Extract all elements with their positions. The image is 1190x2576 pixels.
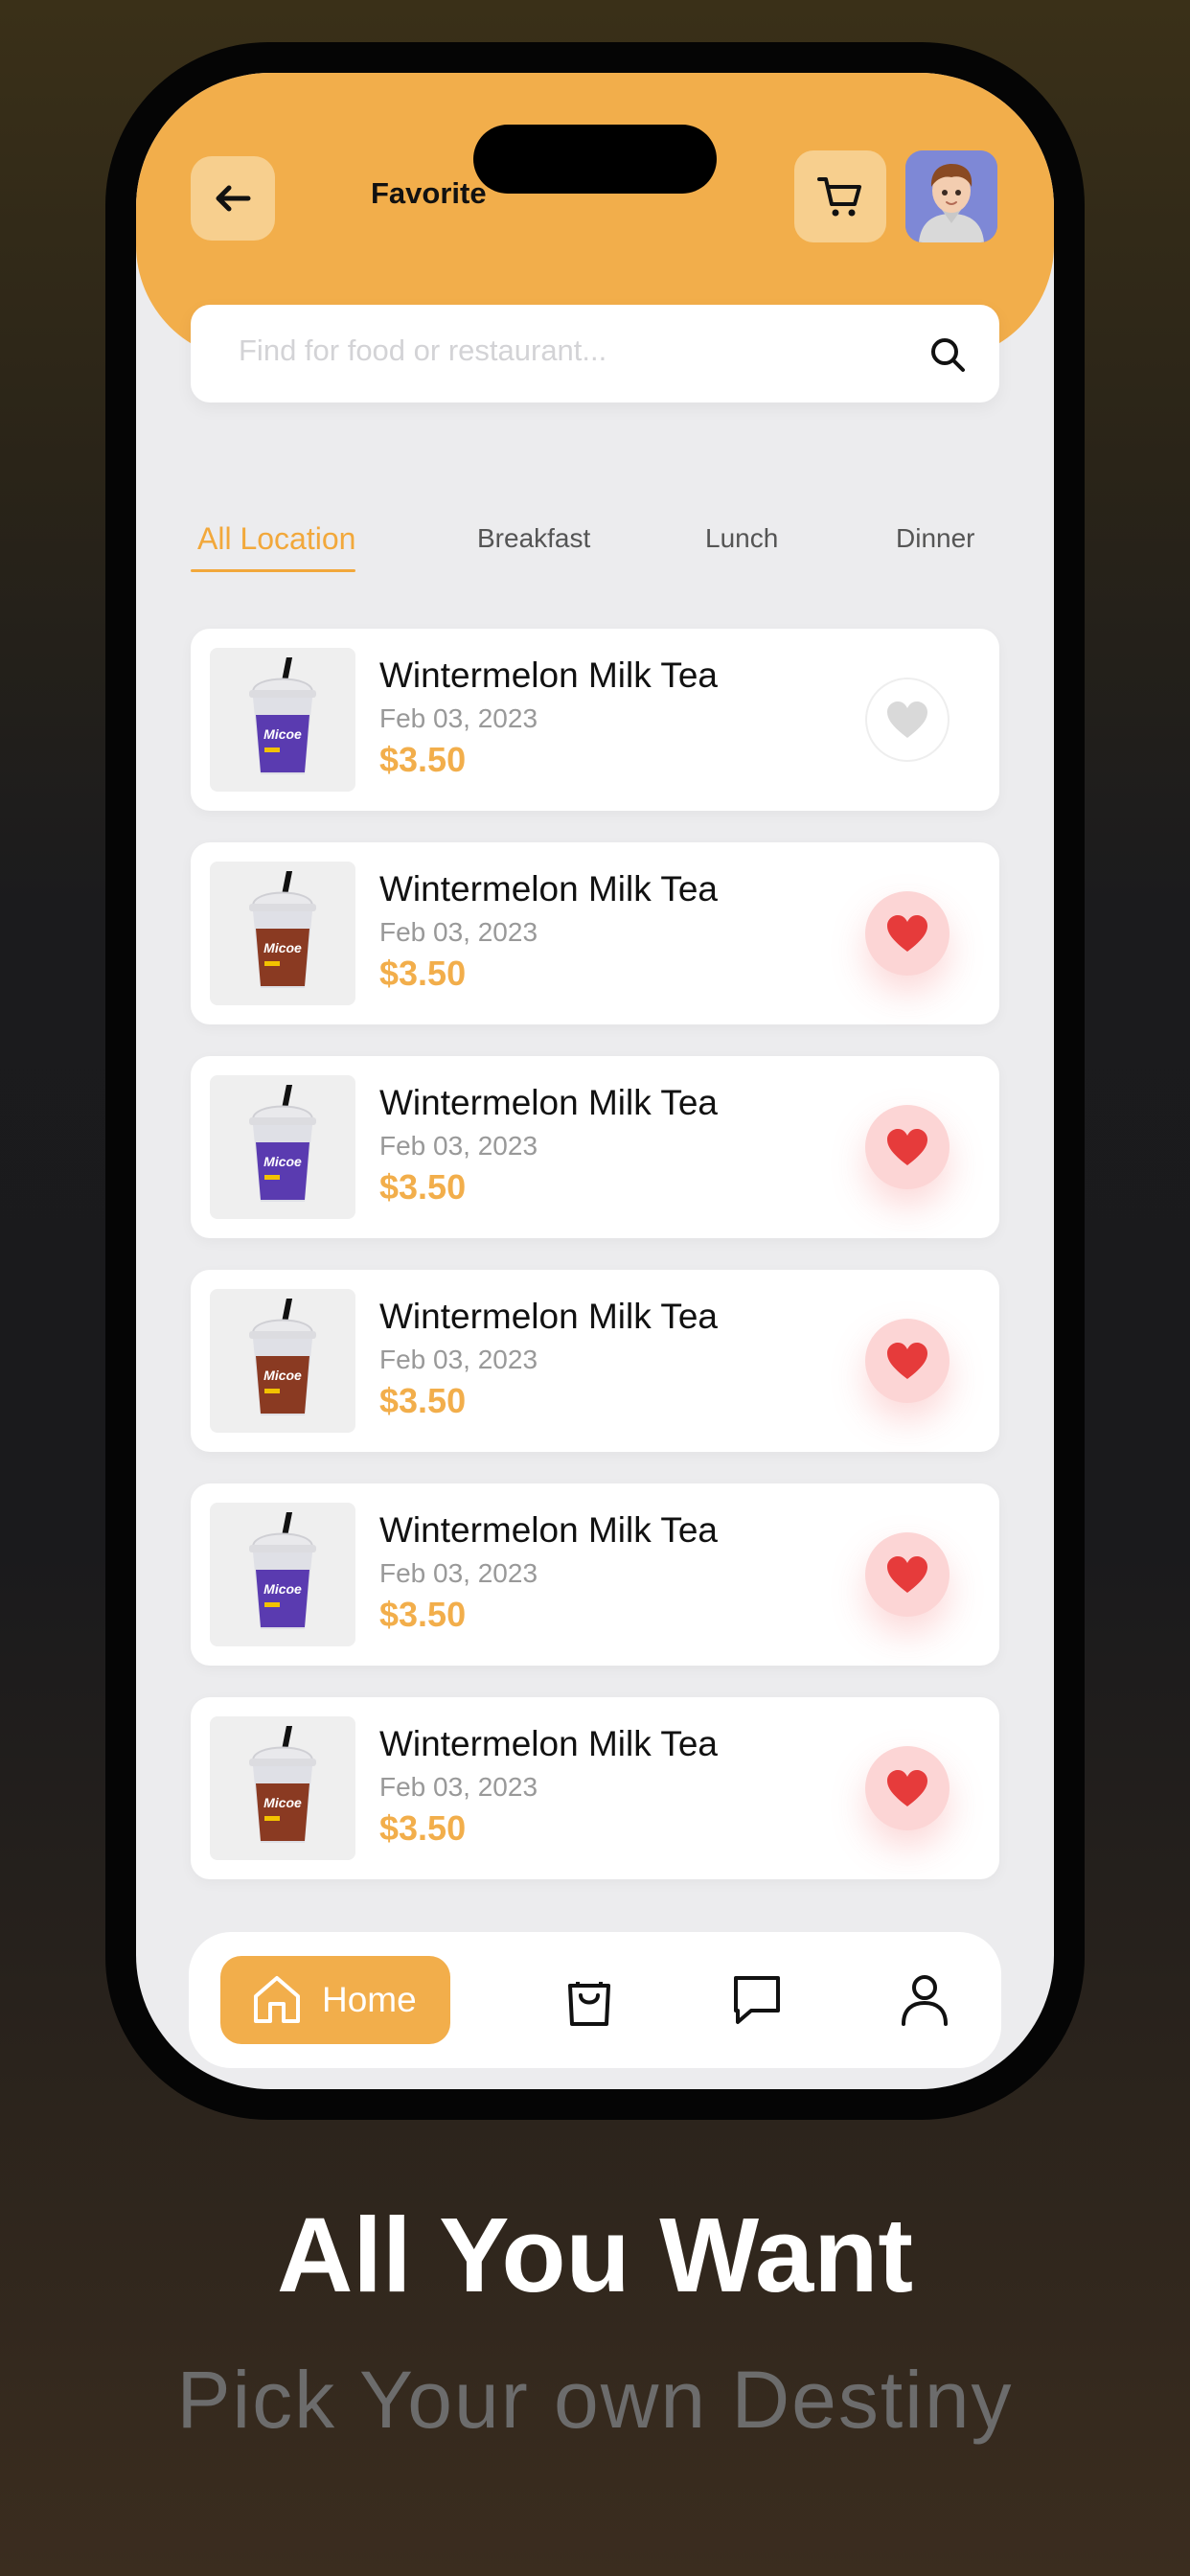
item-date: Feb 03, 2023 [379,1131,538,1161]
item-name: Wintermelon Milk Tea [379,1510,718,1550]
active-tab-indicator [191,569,355,572]
drink-cup-icon: Micoe [249,1726,316,1843]
tab-breakfast[interactable]: Breakfast [477,523,590,554]
favorite-item-card[interactable]: Micoe Wintermelon Milk Tea Feb 03, 2023 … [191,629,999,811]
shopping-bag-icon[interactable] [562,1972,616,2030]
nav-home-label: Home [322,1980,417,2019]
tab-all-location[interactable]: All Location [197,521,355,557]
favorite-item-card[interactable]: Micoe Wintermelon Milk Tea Feb 03, 2023 … [191,1056,999,1238]
item-name: Wintermelon Milk Tea [379,869,718,908]
favorite-toggle-button[interactable] [865,1746,950,1830]
drink-cup-icon: Micoe [249,657,316,774]
drink-thumbnail: Micoe [210,1075,355,1219]
drink-cup-icon: Micoe [249,1085,316,1202]
item-name: Wintermelon Milk Tea [379,1297,718,1336]
drink-thumbnail: Micoe [210,1716,355,1860]
phone-frame: Favorite Find for food or restaurant... … [105,42,1085,2120]
drink-cup-icon: Micoe [249,871,316,988]
favorite-toggle-button[interactable] [865,678,950,762]
favorite-toggle-button[interactable] [865,1532,950,1617]
cart-button[interactable] [794,150,886,242]
search-bar[interactable] [191,305,999,402]
heart-icon [887,915,927,952]
tab-dinner[interactable]: Dinner [896,523,974,554]
chat-icon[interactable] [730,1972,784,2028]
svg-text:Micoe: Micoe [263,1154,302,1169]
search-icon[interactable] [928,335,967,374]
favorite-item-card[interactable]: Micoe Wintermelon Milk Tea Feb 03, 2023 … [191,842,999,1024]
drink-thumbnail: Micoe [210,862,355,1005]
favorite-item-card[interactable]: Micoe Wintermelon Milk Tea Feb 03, 2023 … [191,1697,999,1879]
item-date: Feb 03, 2023 [379,1558,538,1588]
item-date: Feb 03, 2023 [379,1345,538,1374]
favorite-item-card[interactable]: Micoe Wintermelon Milk Tea Feb 03, 2023 … [191,1484,999,1666]
promo-subline: Pick Your own Destiny [176,2355,1014,2445]
drink-thumbnail: Micoe [210,1503,355,1646]
item-name: Wintermelon Milk Tea [379,1724,718,1763]
item-price: $3.50 [379,1595,467,1634]
app-screen: Favorite Find for food or restaurant... … [136,73,1054,2089]
drink-cup-icon: Micoe [249,1512,316,1629]
back-button[interactable] [191,156,275,241]
favorite-toggle-button[interactable] [865,1319,950,1403]
svg-text:Micoe: Micoe [263,1368,302,1383]
dynamic-island [473,125,717,194]
svg-text:Micoe: Micoe [263,940,302,955]
item-date: Feb 03, 2023 [379,703,538,733]
drink-thumbnail: Micoe [210,1289,355,1433]
favorite-toggle-button[interactable] [865,1105,950,1189]
item-price: $3.50 [379,954,467,993]
heart-icon [887,1770,927,1806]
promo-headline: All You Want [276,2196,914,2314]
search-input[interactable] [239,334,890,368]
item-date: Feb 03, 2023 [379,1772,538,1802]
heart-icon [887,1556,927,1593]
favorite-item-card[interactable]: Micoe Wintermelon Milk Tea Feb 03, 2023 … [191,1270,999,1452]
heart-icon [887,1129,927,1165]
svg-text:Micoe: Micoe [263,1581,302,1597]
page-title: Favorite [371,176,487,210]
item-price: $3.50 [379,740,467,779]
item-price: $3.50 [379,1381,467,1420]
bottom-nav: Home [189,1932,1001,2068]
item-price: $3.50 [379,1808,467,1848]
item-name: Wintermelon Milk Tea [379,656,718,695]
item-date: Feb 03, 2023 [379,917,538,947]
item-price: $3.50 [379,1167,467,1207]
svg-text:Micoe: Micoe [263,1795,302,1810]
nav-home-button[interactable]: Home [220,1956,450,2044]
avatar-image [905,150,997,242]
favorite-toggle-button[interactable] [865,891,950,976]
arrow-left-icon [216,185,251,212]
svg-text:Micoe: Micoe [263,726,302,742]
avatar[interactable] [905,150,997,242]
item-name: Wintermelon Milk Tea [379,1083,718,1122]
home-icon [254,1976,300,2023]
drink-thumbnail: Micoe [210,648,355,792]
category-tabs: All Location Breakfast Lunch Dinner [136,521,1054,581]
tab-lunch[interactable]: Lunch [705,523,778,554]
user-icon[interactable] [900,1972,950,2028]
heart-icon [887,702,927,738]
cart-icon [817,177,861,217]
drink-cup-icon: Micoe [249,1299,316,1415]
heart-icon [887,1343,927,1379]
